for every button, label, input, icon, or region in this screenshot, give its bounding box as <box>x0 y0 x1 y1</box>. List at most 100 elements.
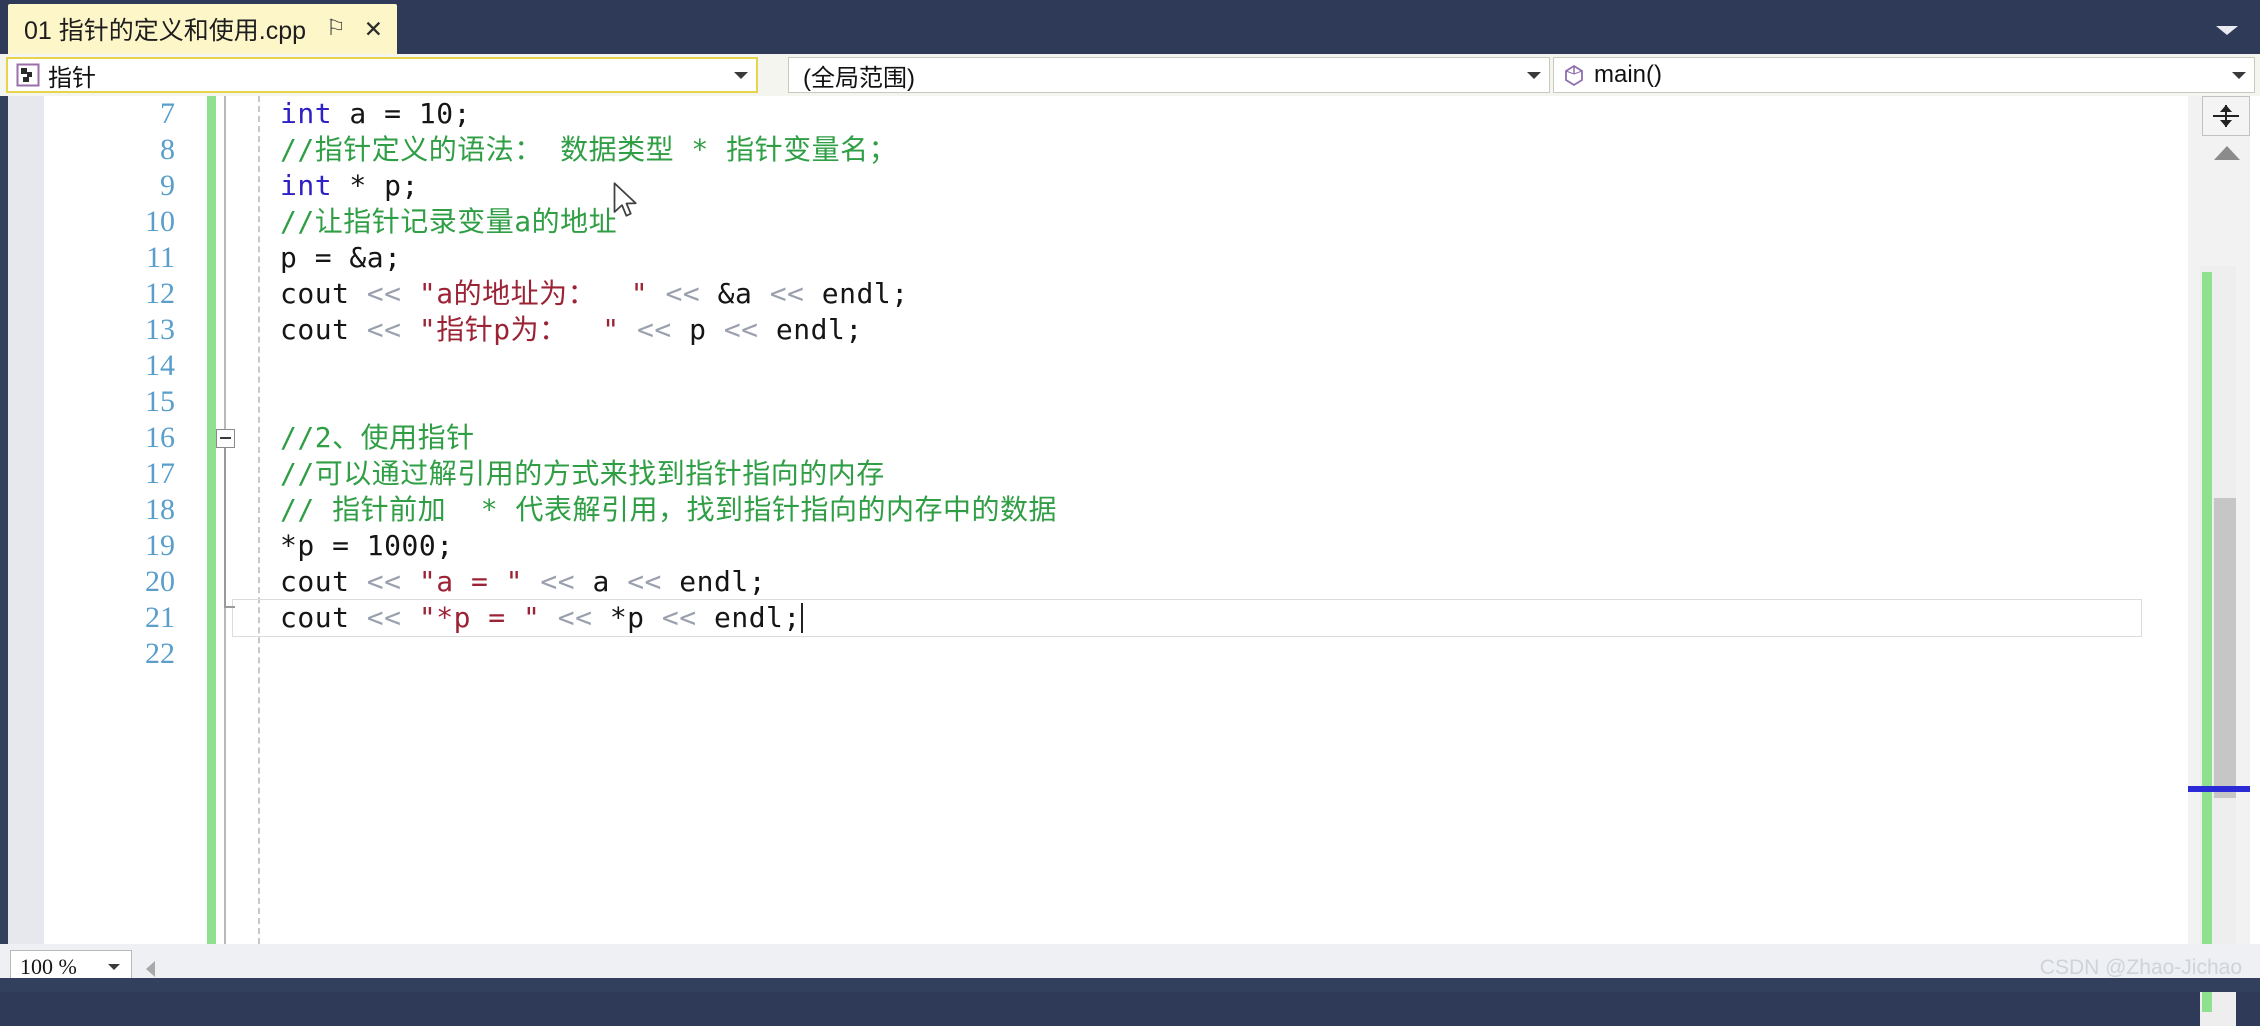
token-plain: cout <box>280 601 367 634</box>
token-com: //2、使用指针 <box>280 421 475 454</box>
line-number: 9 <box>160 169 175 202</box>
code-text[interactable]: int * p; <box>280 168 419 204</box>
fold-collapse-button[interactable] <box>216 428 235 448</box>
code-text[interactable]: //指针定义的语法： 数据类型 * 指针变量名； <box>280 132 897 168</box>
code-text[interactable]: //2、使用指针 <box>280 420 475 456</box>
line-number: 15 <box>145 385 175 418</box>
token-com: //可以通过解引用的方式来找到指针指向的内存 <box>280 457 885 490</box>
token-str: "*p = " <box>418 601 541 634</box>
navigation-bar: 指针 (全局范围) main() <box>0 54 2260 96</box>
zoom-level-label: 100 % <box>20 954 77 979</box>
member-combo[interactable]: main() <box>1553 57 2255 93</box>
code-line[interactable]: 22 <box>0 636 2260 672</box>
code-line[interactable]: 12 cout << "a的地址为： " << &a << endl; <box>0 276 2260 312</box>
token-op: << <box>627 565 680 598</box>
token-op: << <box>366 313 419 346</box>
scroll-up-arrow-icon[interactable] <box>2214 146 2240 160</box>
close-icon[interactable]: ✕ <box>364 17 383 41</box>
code-editor[interactable]: 7 int a = 10; 8 //指针定义的语法： 数据类型 * 指针变量名； 9 in… <box>0 96 2260 944</box>
code-text[interactable]: cout << "a = " << a << endl; <box>280 564 766 600</box>
code-line[interactable]: 17 //可以通过解引用的方式来找到指针指向的内存 <box>0 456 2260 492</box>
token-op: << <box>619 313 690 346</box>
code-text[interactable]: // 指针前加 * 代表解引用，找到指针指向的内存中的数据 <box>280 492 1057 528</box>
token-plain: endl; <box>679 565 767 598</box>
editor-tab-active[interactable]: 01 指针的定义和使用.cpp ⚐ ✕ <box>8 4 398 54</box>
code-line[interactable]: 21 cout << "*p = " << *p << endl; <box>0 600 2260 636</box>
chevron-down-icon[interactable] <box>1519 71 1549 79</box>
watermark-label: CSDN @Zhao-Jichao <box>2039 956 2242 979</box>
token-plain: endl; <box>775 313 863 346</box>
token-str: "a的地址为： " <box>418 277 649 310</box>
token-op: << <box>769 277 822 310</box>
token-op: << <box>661 601 714 634</box>
vertical-scrollbar[interactable] <box>2188 96 2250 1026</box>
token-plain: cout <box>280 277 367 310</box>
pin-icon[interactable]: ⚐ <box>326 17 346 39</box>
token-plain: &a <box>717 277 770 310</box>
line-number: 17 <box>145 457 175 490</box>
line-number: 7 <box>160 97 175 130</box>
code-text[interactable]: *p = 1000; <box>280 528 454 564</box>
code-line[interactable]: 18 // 指针前加 * 代表解引用，找到指针指向的内存中的数据 <box>0 492 2260 528</box>
token-plain: * p; <box>332 169 419 202</box>
token-plain: endl; <box>713 601 801 634</box>
code-line[interactable]: 7 int a = 10; <box>0 96 2260 132</box>
tab-title: 01 指针的定义和使用.cpp <box>24 17 307 45</box>
token-com: //让指针记录变量a的地址 <box>280 205 618 238</box>
line-number: 13 <box>145 313 175 346</box>
code-text[interactable]: //可以通过解引用的方式来找到指针指向的内存 <box>280 456 885 492</box>
code-line[interactable]: 13 cout << "指针p为： " << p << endl; <box>0 312 2260 348</box>
token-op: << <box>540 601 610 634</box>
member-combo-value: main() <box>1594 61 1663 88</box>
line-number: 22 <box>145 637 175 670</box>
token-com: //指针定义的语法： 数据类型 * 指针变量名； <box>280 133 898 166</box>
code-line[interactable]: 20 cout << "a = " << a << endl; <box>0 564 2260 600</box>
code-text[interactable]: int a = 10; <box>280 96 471 132</box>
line-number: 12 <box>145 277 175 310</box>
tab-strip: 01 指针的定义和使用.cpp ⚐ ✕ <box>0 0 2260 54</box>
code-line[interactable]: 8 //指针定义的语法： 数据类型 * 指针变量名； <box>0 132 2260 168</box>
code-text[interactable]: //让指针记录变量a的地址 <box>280 204 617 240</box>
token-plain: p <box>689 313 724 346</box>
line-number: 19 <box>145 529 175 562</box>
code-line[interactable]: 14 <box>0 348 2260 384</box>
code-line[interactable]: 19 *p = 1000; <box>0 528 2260 564</box>
code-line[interactable]: 10 //让指针记录变量a的地址 <box>0 204 2260 240</box>
fold-region-line <box>224 447 226 606</box>
window-bottom-edge <box>0 978 2260 992</box>
scrollbar-thumb[interactable] <box>2214 498 2236 798</box>
line-number: 11 <box>146 241 175 274</box>
code-line[interactable]: 16 //2、使用指针 <box>0 420 2260 456</box>
token-str: "指针p为： " <box>418 313 620 346</box>
code-text[interactable]: cout << "指针p为： " << p << endl; <box>280 312 863 348</box>
code-line[interactable]: 15 <box>0 384 2260 420</box>
code-line[interactable]: 9 int * p; <box>0 168 2260 204</box>
line-number: 21 <box>145 601 175 634</box>
code-text[interactable]: cout << "*p = " << *p << endl; <box>280 600 803 636</box>
token-plain: a <box>592 565 628 598</box>
scroll-left-arrow-icon[interactable] <box>146 961 155 977</box>
scope-combo[interactable]: (全局范围) <box>788 57 1550 93</box>
chevron-down-icon[interactable] <box>2216 26 2238 35</box>
project-combo-value: 指针 <box>48 64 96 92</box>
chevron-down-icon[interactable] <box>726 71 756 79</box>
chevron-down-icon[interactable] <box>108 964 120 970</box>
token-kw: int <box>280 169 333 202</box>
code-text[interactable]: p = &a; <box>280 240 402 276</box>
line-number: 16 <box>145 421 175 454</box>
fold-region-end <box>224 606 235 608</box>
scrollbar-change-indicator <box>2202 272 2212 1012</box>
token-plain: p = &a; <box>280 241 402 274</box>
token-plain: a = 10; <box>332 97 471 130</box>
text-caret <box>800 603 803 633</box>
split-view-button[interactable] <box>2202 96 2250 136</box>
token-op: << <box>366 277 419 310</box>
split-view-icon <box>2213 103 2239 129</box>
chevron-down-icon[interactable] <box>2224 71 2254 79</box>
project-combo[interactable]: 指针 <box>6 57 758 93</box>
code-text[interactable]: cout << "a的地址为： " << &a << endl; <box>280 276 909 312</box>
token-plain: cout <box>280 313 367 346</box>
visual-studio-editor-window: 01 指针的定义和使用.cpp ⚐ ✕ 指针 (全局范围) main() 7 i… <box>0 0 2260 1026</box>
code-line[interactable]: 11 p = &a; <box>0 240 2260 276</box>
token-str: "a = " <box>418 565 524 598</box>
